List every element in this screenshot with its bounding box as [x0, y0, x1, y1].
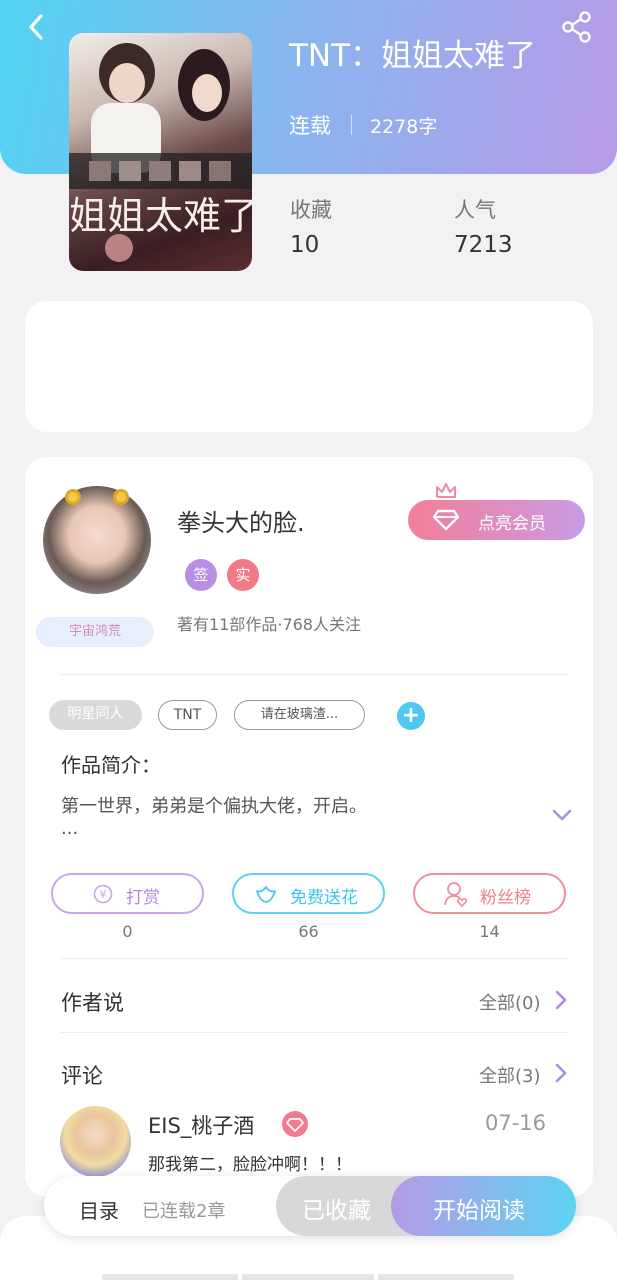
start-reading-button[interactable]: 开始阅读 [391, 1176, 576, 1236]
cover-artwork: 姐姐太难了 [69, 43, 252, 262]
comment-text: 那我第二，脸脸冲啊！！！ [148, 1155, 352, 1175]
crown-icon [436, 483, 456, 498]
comment-date: 07-16 [485, 1111, 547, 1135]
popularity-label: 人气 [454, 198, 496, 222]
start-reading-label: 开始阅读 [433, 1198, 525, 1224]
book-word-count: 2278字 [370, 116, 438, 138]
reward-label: 打赏 [126, 888, 160, 908]
avatar-frame-badge: 宇宙鸿荒 [36, 617, 154, 647]
reward-button[interactable]: ¥ 打赏 [51, 873, 204, 914]
empty-card [25, 301, 593, 432]
chevron-right-icon[interactable] [554, 989, 568, 1011]
signed-badge: 签 [185, 559, 217, 591]
popularity-value: 7213 [454, 232, 513, 258]
fan-ranking-label: 粉丝榜 [480, 888, 531, 908]
author-avatar[interactable] [43, 486, 151, 594]
divider [60, 674, 568, 675]
fan-ranking-button[interactable]: 粉丝榜 [413, 873, 566, 914]
chevron-down-icon[interactable] [551, 806, 573, 824]
book-cover[interactable]: 姐姐太难了 [69, 33, 252, 271]
intro-ellipsis: ... [61, 818, 79, 839]
back-arrow-icon[interactable] [22, 12, 52, 42]
fan-icon [444, 882, 468, 907]
status-divider [351, 115, 352, 135]
vip-button[interactable]: 点亮会员 [408, 500, 585, 540]
vip-diamond-badge-icon [282, 1111, 308, 1137]
tag-genre[interactable]: 明星同人 [49, 700, 142, 730]
share-icon[interactable] [560, 10, 594, 44]
vip-button-label: 点亮会员 [478, 514, 546, 534]
author-stats: 著有11部作品·768人关注 [177, 615, 361, 634]
chapter-count: 已连载2章 [142, 1201, 226, 1222]
bottom-handle [242, 1274, 374, 1280]
bottom-handle [102, 1274, 238, 1280]
tag-custom[interactable]: 请在玻璃渣... [234, 700, 365, 730]
collected-label: 已收藏 [302, 1198, 371, 1224]
cover-title: 姐姐太难了 [69, 194, 252, 238]
book-title: TNT：姐姐太难了 [289, 38, 537, 74]
divider [60, 1032, 568, 1033]
svg-text:¥: ¥ [100, 888, 107, 901]
intro-text: 第一世界，弟弟是个偏执大佬，开启。 [61, 796, 367, 817]
intro-label: 作品简介： [61, 753, 161, 777]
yuan-icon: ¥ [93, 884, 113, 904]
commenter-avatar[interactable] [60, 1106, 131, 1177]
comments-title: 评论 [61, 1064, 103, 1088]
favorites-value: 10 [290, 232, 320, 258]
verified-badge: 实 [227, 559, 259, 591]
author-name[interactable]: 拳头大的脸. [177, 503, 305, 538]
chevron-right-icon[interactable] [554, 1062, 568, 1084]
avatar-ear-decoration [113, 489, 129, 505]
comments-all-link[interactable]: 全部(3) [479, 1062, 541, 1088]
free-flower-count: 66 [298, 922, 319, 941]
book-status: 连载 [289, 114, 331, 138]
diamond-icon [432, 509, 460, 531]
favorites-label: 收藏 [290, 198, 332, 222]
tag-group[interactable]: TNT [158, 700, 217, 730]
free-flower-label: 免费送花 [290, 888, 358, 908]
author-says-all-link[interactable]: 全部(0) [479, 989, 541, 1015]
divider [60, 958, 568, 959]
bottom-handle [378, 1274, 514, 1280]
avatar-ear-decoration [65, 489, 81, 505]
flower-icon [256, 886, 276, 903]
reward-count: 0 [122, 922, 133, 941]
table-of-contents-button[interactable]: 目录 [79, 1195, 119, 1224]
author-says-title: 作者说 [61, 991, 124, 1015]
fan-ranking-count: 14 [479, 922, 500, 941]
add-tag-button[interactable]: + [397, 702, 425, 730]
commenter-name[interactable]: EIS_桃子酒 [148, 1110, 254, 1140]
free-flower-button[interactable]: 免费送花 [232, 873, 385, 914]
